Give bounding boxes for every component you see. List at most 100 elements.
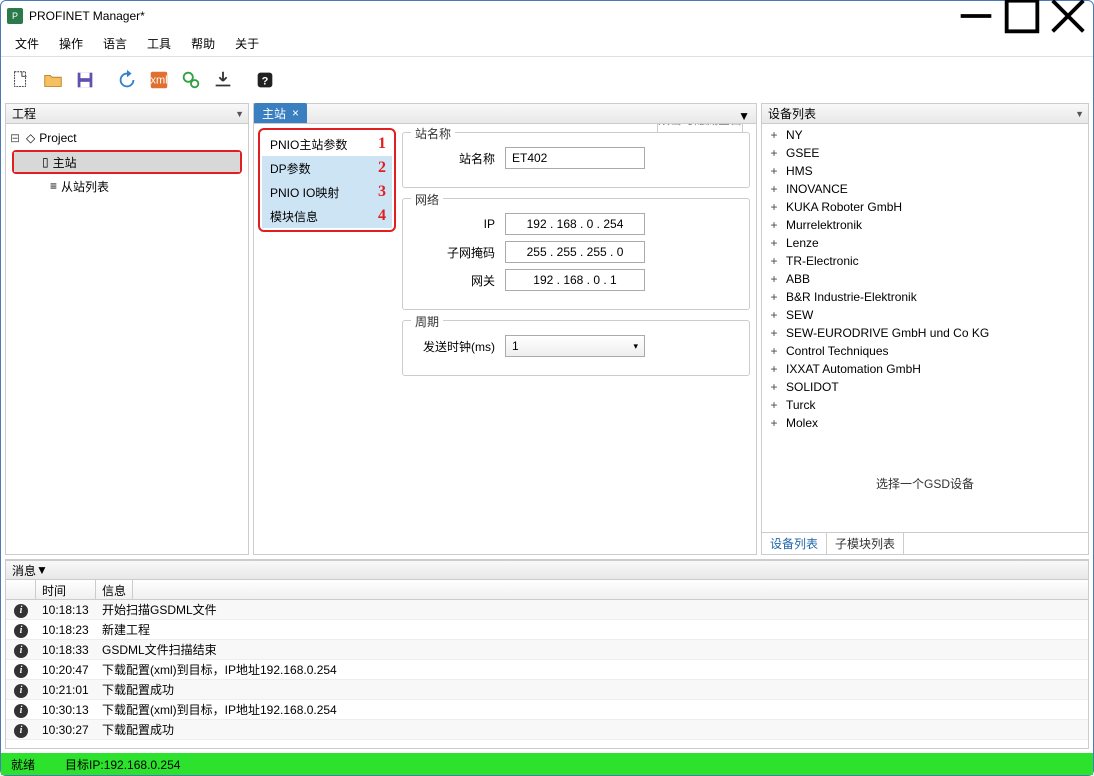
tree-slave-label: 从站列表 [61, 178, 109, 195]
device-row[interactable]: +SOLIDOT [766, 378, 1084, 396]
expand-icon[interactable]: + [768, 146, 780, 160]
save-icon[interactable] [71, 66, 99, 94]
maximize-button[interactable] [999, 1, 1045, 31]
expand-icon[interactable]: + [768, 254, 780, 268]
help-icon[interactable]: ? [251, 66, 279, 94]
tab-submodule-list[interactable]: 子模块列表 [827, 532, 904, 555]
menu-operation[interactable]: 操作 [49, 31, 93, 56]
message-panel-header[interactable]: 消息 ▼ [5, 560, 1089, 580]
device-row[interactable]: +SEW [766, 306, 1084, 324]
device-row[interactable]: +Turck [766, 396, 1084, 414]
device-row[interactable]: +Control Techniques [766, 342, 1084, 360]
nav-dp-params[interactable]: DP参数 2 [262, 156, 392, 180]
collapse-icon[interactable]: ⊟ [8, 131, 22, 145]
station-name-input[interactable]: ET402 [505, 147, 645, 169]
new-file-icon[interactable] [7, 66, 35, 94]
tab-device-list[interactable]: 设备列表 [762, 532, 827, 555]
tree-slave-list[interactable]: ≡ 从站列表 [8, 176, 246, 196]
message-row[interactable]: i10:20:47下载配置(xml)到目标，IP地址192.168.0.254 [6, 660, 1088, 680]
device-label: NY [786, 128, 803, 142]
annotation-highlight: ▯ 主站 [12, 150, 242, 174]
message-text: 下载配置(xml)到目标，IP地址192.168.0.254 [96, 701, 337, 718]
nav-label: PNIO主站参数 [270, 136, 347, 153]
message-row[interactable]: i10:30:27下载配置成功 [6, 720, 1088, 740]
window-controls [953, 1, 1091, 31]
message-row[interactable]: i10:21:01下载配置成功 [6, 680, 1088, 700]
expand-icon[interactable]: + [768, 344, 780, 358]
expand-icon[interactable]: + [768, 380, 780, 394]
network-group: 网络 IP 192 . 168 . 0 . 254 子网掩码 255 . 255… [402, 198, 750, 310]
menu-language[interactable]: 语言 [93, 31, 137, 56]
mask-label: 子网掩码 [415, 244, 505, 261]
expand-icon[interactable]: + [768, 362, 780, 376]
tab-close-icon[interactable]: × [292, 106, 299, 120]
message-row[interactable]: i10:18:23新建工程 [6, 620, 1088, 640]
expand-icon[interactable]: + [768, 200, 780, 214]
gear-icon[interactable] [177, 66, 205, 94]
svg-text:?: ? [262, 76, 269, 88]
expand-icon[interactable]: + [768, 236, 780, 250]
main-area: 工程 ▼ ⊟ ◇ Project ▯ 主站 ≡ 从站列表 [1, 103, 1093, 555]
expand-icon[interactable]: + [768, 326, 780, 340]
project-panel-header[interactable]: 工程 ▼ [6, 104, 248, 124]
menu-file[interactable]: 文件 [5, 31, 49, 56]
message-row[interactable]: i10:30:13下载配置(xml)到目标，IP地址192.168.0.254 [6, 700, 1088, 720]
device-row[interactable]: + NY [766, 126, 1084, 144]
message-row[interactable]: i10:18:33GSDML文件扫描结束 [6, 640, 1088, 660]
download-icon[interactable] [209, 66, 237, 94]
refresh-icon[interactable] [113, 66, 141, 94]
minimize-button[interactable] [953, 1, 999, 31]
message-text: 开始扫描GSDML文件 [96, 601, 217, 618]
expand-icon[interactable]: + [768, 416, 780, 430]
message-time: 10:20:47 [36, 663, 96, 677]
device-row[interactable]: +B&R Industrie-Elektronik [766, 288, 1084, 306]
expand-icon[interactable]: + [768, 308, 780, 322]
gateway-label: 网关 [415, 272, 505, 289]
expand-icon[interactable]: + [768, 272, 780, 286]
device-panel-header[interactable]: 设备列表 ▼ [762, 104, 1088, 124]
tree-master[interactable]: ▯ 主站 [14, 152, 240, 172]
message-row[interactable]: i10:18:13开始扫描GSDML文件 [6, 600, 1088, 620]
tab-master[interactable]: 主站 × [254, 103, 307, 123]
device-row[interactable]: +GSEE [766, 144, 1084, 162]
expand-icon[interactable]: + [768, 398, 780, 412]
cycle-group: 周期 发送时钟(ms) 1 ▾ [402, 320, 750, 376]
menu-help[interactable]: 帮助 [181, 31, 225, 56]
device-row[interactable]: +HMS [766, 162, 1084, 180]
device-row[interactable]: +INOVANCE [766, 180, 1084, 198]
project-panel: 工程 ▼ ⊟ ◇ Project ▯ 主站 ≡ 从站列表 [5, 103, 249, 555]
menu-about[interactable]: 关于 [225, 31, 269, 56]
device-row[interactable]: +KUKA Roboter GmbH [766, 198, 1084, 216]
clock-select[interactable]: 1 ▾ [505, 335, 645, 357]
device-row[interactable]: +Lenze [766, 234, 1084, 252]
device-row[interactable]: +SEW-EURODRIVE GmbH und Co KG [766, 324, 1084, 342]
device-row[interactable]: +IXXAT Automation GmbH [766, 360, 1084, 378]
device-row[interactable]: +Molex [766, 414, 1084, 432]
expand-icon[interactable]: + [768, 128, 780, 142]
expand-icon[interactable]: + [768, 290, 780, 304]
info-icon: i [6, 602, 36, 618]
xml-icon[interactable]: xml [145, 66, 173, 94]
open-file-icon[interactable] [39, 66, 67, 94]
subnet-mask-input[interactable]: 255 . 255 . 255 . 0 [505, 241, 645, 263]
message-text: 下载配置(xml)到目标，IP地址192.168.0.254 [96, 661, 337, 678]
ip-input[interactable]: 192 . 168 . 0 . 254 [505, 213, 645, 235]
expand-icon[interactable]: + [768, 182, 780, 196]
nav-pnio-master[interactable]: PNIO主站参数 1 [262, 132, 392, 156]
menu-tools[interactable]: 工具 [137, 31, 181, 56]
close-button[interactable] [1045, 1, 1091, 31]
nav-module-info[interactable]: 模块信息 4 [262, 204, 392, 228]
expand-icon[interactable]: + [768, 164, 780, 178]
info-icon: i [6, 722, 36, 738]
message-time: 10:18:13 [36, 603, 96, 617]
expand-icon[interactable]: + [768, 218, 780, 232]
nav-pnio-io[interactable]: PNIO IO映射 3 [262, 180, 392, 204]
device-row[interactable]: +Murrelektronik [766, 216, 1084, 234]
device-row[interactable]: +ABB [766, 270, 1084, 288]
chevron-down-icon[interactable]: ▼ [738, 109, 750, 123]
tree-root[interactable]: ⊟ ◇ Project [8, 128, 246, 148]
info-icon: i [6, 682, 36, 698]
status-ready: 就绪 [11, 756, 35, 773]
device-row[interactable]: +TR-Electronic [766, 252, 1084, 270]
gateway-input[interactable]: 192 . 168 . 0 . 1 [505, 269, 645, 291]
